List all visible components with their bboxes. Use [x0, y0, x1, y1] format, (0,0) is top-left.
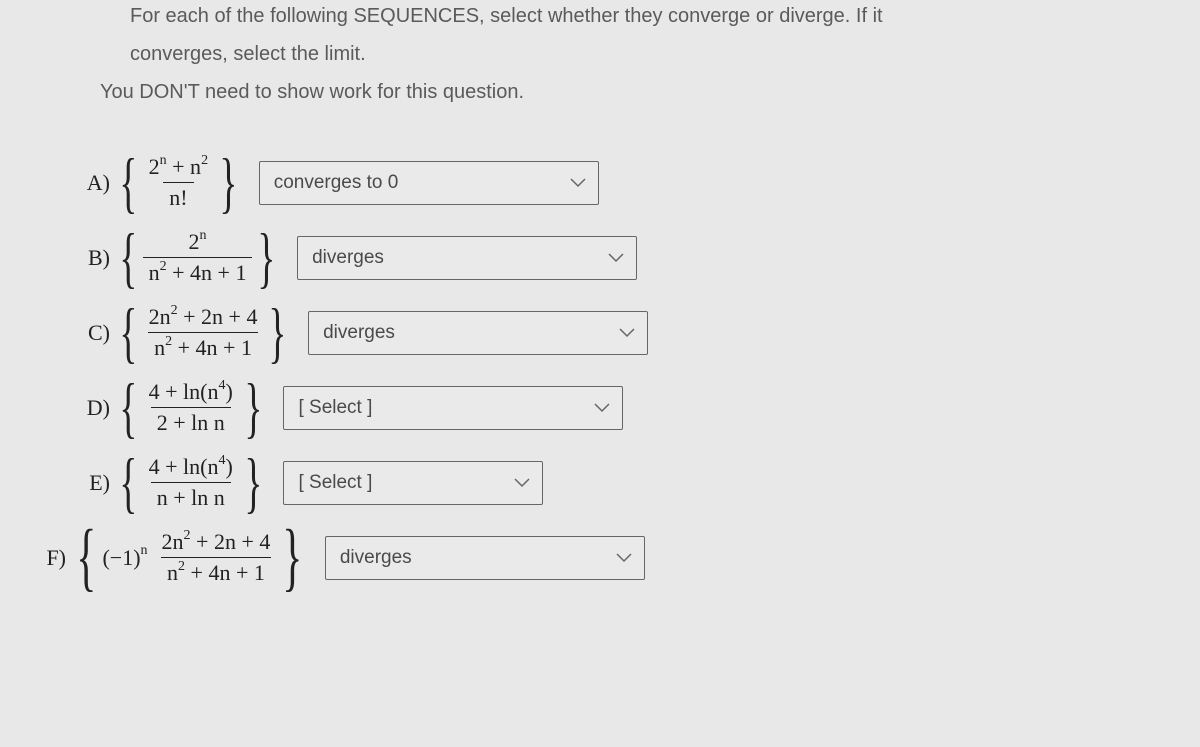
instruction-line-2: converges, select the limit.	[130, 38, 1170, 70]
fraction-a: 2n + n2 n!	[143, 152, 214, 213]
right-brace-icon: }	[269, 309, 287, 357]
chevron-down-icon	[570, 178, 586, 188]
problem-row-b: B) { 2n n2 + 4n + 1 } diverges	[82, 227, 1170, 288]
select-a-value: converges to 0	[274, 172, 399, 193]
select-a[interactable]: converges to 0	[259, 161, 599, 205]
right-brace-icon: }	[244, 459, 262, 507]
chevron-down-icon	[619, 328, 635, 338]
select-d[interactable]: [ Select ]	[283, 386, 623, 430]
left-brace-icon: {	[119, 459, 137, 507]
problems-list: A) { 2n + n2 n! } converges to 0 B) { 2n…	[82, 152, 1170, 588]
problem-row-e: E) { 4 + ln(n4) n + ln n } [ Select ]	[82, 452, 1170, 513]
instructions: For each of the following SEQUENCES, sel…	[130, 0, 1170, 108]
label-c: C)	[74, 320, 110, 346]
instruction-line-3: You DON'T need to show work for this que…	[100, 76, 1170, 108]
problem-row-d: D) { 4 + ln(n4) 2 + ln n } [ Select ]	[82, 377, 1170, 438]
label-f: F)	[36, 545, 66, 571]
select-f-value: diverges	[340, 547, 412, 568]
select-c[interactable]: diverges	[308, 311, 648, 355]
select-b[interactable]: diverges	[297, 236, 637, 280]
right-brace-icon: }	[219, 159, 237, 207]
problem-row-c: C) { 2n2 + 2n + 4 n2 + 4n + 1 } diverges	[82, 302, 1170, 363]
left-brace-icon: {	[119, 384, 137, 432]
select-e[interactable]: [ Select ]	[283, 461, 543, 505]
left-brace-icon: {	[119, 234, 137, 282]
select-b-value: diverges	[312, 247, 384, 268]
label-b: B)	[64, 245, 110, 271]
neg1-prefix: (−1)n	[98, 545, 151, 571]
instruction-line-1: For each of the following SEQUENCES, sel…	[130, 0, 1170, 32]
label-a: A)	[82, 170, 110, 196]
chevron-down-icon	[514, 478, 530, 488]
sequence-c: { 2n2 + 2n + 4 n2 + 4n + 1 }	[118, 302, 288, 363]
label-d: D)	[74, 395, 110, 421]
sequence-e: { 4 + ln(n4) n + ln n }	[118, 452, 263, 513]
fraction-f: 2n2 + 2n + 4 n2 + 4n + 1	[156, 527, 277, 588]
problem-row-f: F) { (−1)n 2n2 + 2n + 4 n2 + 4n + 1 } di…	[82, 527, 1170, 588]
chevron-down-icon	[594, 403, 610, 413]
chevron-down-icon	[616, 553, 632, 563]
fraction-e: 4 + ln(n4) n + ln n	[143, 452, 239, 513]
fraction-c: 2n2 + 2n + 4 n2 + 4n + 1	[143, 302, 264, 363]
right-brace-icon: }	[258, 234, 276, 282]
problem-row-a: A) { 2n + n2 n! } converges to 0	[82, 152, 1170, 213]
right-brace-icon: }	[244, 384, 262, 432]
fraction-d: 4 + ln(n4) 2 + ln n	[143, 377, 239, 438]
left-brace-icon: {	[119, 309, 137, 357]
chevron-down-icon	[608, 253, 624, 263]
label-e: E)	[66, 470, 110, 496]
left-brace-icon: {	[119, 159, 137, 207]
sequence-d: { 4 + ln(n4) 2 + ln n }	[118, 377, 263, 438]
select-d-value: [ Select ]	[298, 397, 372, 418]
fraction-b: 2n n2 + 4n + 1	[143, 227, 253, 288]
sequence-b: { 2n n2 + 4n + 1 }	[118, 227, 277, 288]
sequence-f: { (−1)n 2n2 + 2n + 4 n2 + 4n + 1 }	[74, 527, 305, 588]
right-brace-icon: }	[283, 531, 303, 584]
sequence-a: { 2n + n2 n! }	[118, 152, 239, 213]
select-c-value: diverges	[323, 322, 395, 343]
select-e-value: [ Select ]	[298, 472, 372, 493]
left-brace-icon: {	[76, 531, 96, 584]
select-f[interactable]: diverges	[325, 536, 645, 580]
